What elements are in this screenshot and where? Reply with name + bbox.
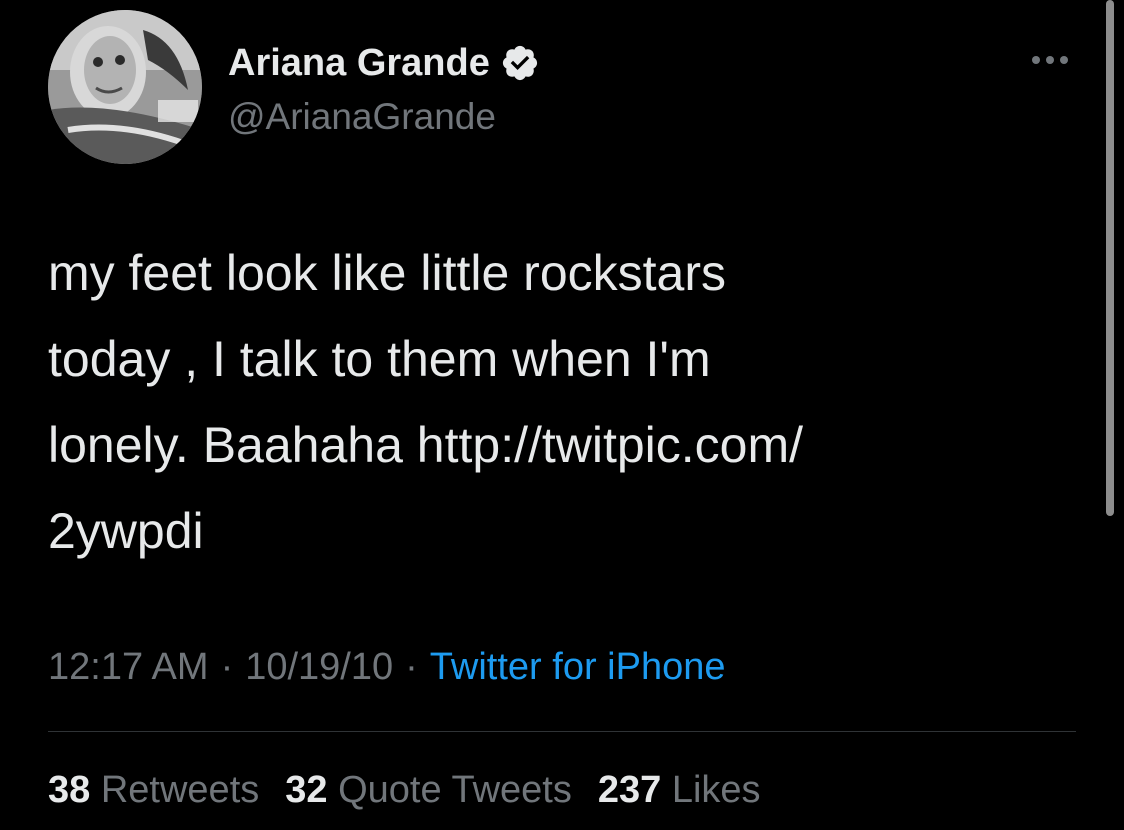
meta-separator: ·: [220, 646, 234, 688]
author-name-row[interactable]: Ariana Grande: [228, 40, 540, 86]
engagement-stats: 38 Retweets 32 Quote Tweets 237 Likes: [48, 764, 787, 816]
tweet-metadata: 12:17 AM · 10/19/10 · Twitter for iPhone: [48, 642, 725, 692]
tweet-text-line[interactable]: 2ywpdi: [48, 488, 1068, 574]
username[interactable]: @ArianaGrande: [228, 95, 496, 139]
tweet-text-line: today , I talk to them when I'm: [48, 331, 711, 387]
likes-stat[interactable]: 237 Likes: [598, 764, 761, 816]
retweets-label: Retweets: [100, 769, 260, 811]
tweet-time[interactable]: 12:17 AM: [48, 646, 209, 688]
tweet-source-link[interactable]: Twitter for iPhone: [430, 646, 726, 688]
verified-badge-icon: [500, 43, 540, 83]
scrollbar-thumb[interactable]: [1106, 0, 1114, 516]
avatar[interactable]: [48, 10, 202, 164]
likes-label: Likes: [671, 769, 761, 811]
tweet-text-line[interactable]: lonely. Baahaha http://twitpic.com/: [48, 402, 1068, 488]
more-options-icon[interactable]: [1028, 50, 1072, 70]
quote-tweets-count: 32: [285, 769, 328, 811]
likes-count: 237: [597, 769, 662, 811]
meta-separator: ·: [405, 646, 418, 688]
tweet-text-line: my feet look like little rockstars: [48, 245, 726, 301]
quote-tweets-stat[interactable]: 32 Quote Tweets: [285, 764, 572, 816]
retweets-stat[interactable]: 38 Retweets: [48, 764, 259, 816]
quote-tweets-label: Quote Tweets: [338, 769, 572, 811]
retweets-count: 38: [48, 769, 91, 811]
display-name[interactable]: Ariana Grande: [228, 40, 490, 86]
tweet-date[interactable]: 10/19/10: [245, 646, 393, 688]
avatar-image: [48, 10, 202, 164]
tweet-text: my feet look like little rockstars today…: [48, 230, 1068, 574]
divider: [48, 731, 1076, 732]
